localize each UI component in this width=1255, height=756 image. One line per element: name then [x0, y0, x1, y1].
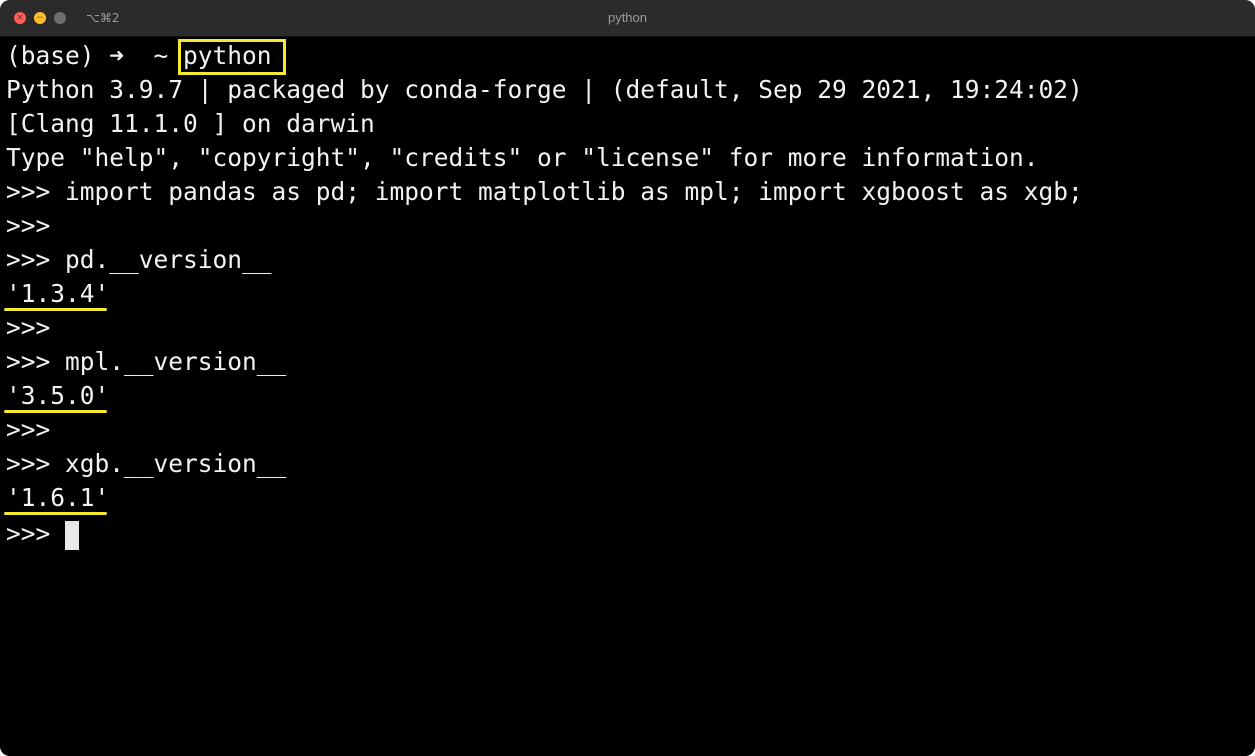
- output-line: Python 3.9.7 | packaged by conda-forge |…: [6, 75, 1083, 104]
- title-bar[interactable]: × − ⌥⌘2 python: [0, 0, 1255, 37]
- xgboost-version-underline: [4, 512, 107, 515]
- text-cursor: [65, 521, 79, 550]
- window-title: python: [607, 10, 648, 25]
- output-line: [Clang 11.1.0 ] on darwin: [6, 109, 375, 138]
- input-line: >>>: [6, 313, 51, 342]
- output-line: '3.5.0': [6, 381, 110, 410]
- input-line: >>>: [6, 211, 51, 240]
- matplotlib-version-underline: [4, 410, 107, 413]
- input-line: >>> pd.__version__: [6, 245, 272, 274]
- input-line: >>> mpl.__version__: [6, 347, 287, 376]
- output-line: Type "help", "copyright", "credits" or "…: [6, 143, 1039, 172]
- terminal-output[interactable]: (base) ➜ ~ python Python 3.9.7 | package…: [0, 37, 1255, 756]
- python-command-highlight: [178, 39, 286, 75]
- input-line: >>> import pandas as pd; import matplotl…: [6, 177, 1083, 206]
- input-line: >>>: [6, 415, 51, 444]
- active-prompt-line[interactable]: >>>: [6, 517, 65, 551]
- terminal-window: × − ⌥⌘2 python (base) ➜ ~ python Python …: [0, 0, 1255, 756]
- pandas-version-underline: [4, 308, 107, 311]
- input-line: >>> xgb.__version__: [6, 449, 287, 478]
- output-line: '1.3.4': [6, 279, 110, 308]
- output-line: '1.6.1': [6, 483, 110, 512]
